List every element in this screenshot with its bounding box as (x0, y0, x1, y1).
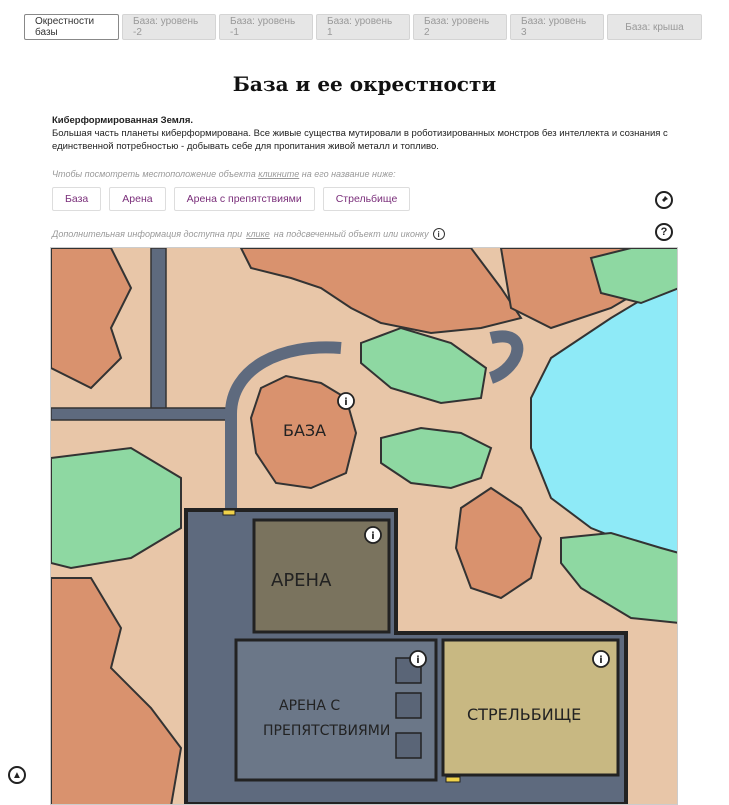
tab-level-3[interactable]: База: уровень 3 (510, 14, 604, 40)
location-button-arena[interactable]: Арена (109, 187, 166, 211)
tab-level-1[interactable]: База: уровень 1 (316, 14, 410, 40)
hint-text-after: на его название ниже: (299, 169, 396, 179)
info-icon[interactable]: i (599, 655, 602, 666)
map: БАЗА i АРЕНА i АРЕНА С ПРЕПЯТСТВИЯМИ i С… (50, 247, 678, 805)
page-title: База и ее окрестности (232, 72, 497, 96)
info-link: клике (246, 229, 270, 239)
location-button-range[interactable]: Стрельбище (322, 187, 411, 211)
info-icon[interactable]: i (371, 531, 374, 542)
description-heading: Киберформированная Земля. (52, 115, 194, 126)
info-hint: Дополнительная информация доступна при к… (52, 228, 445, 240)
map-label-base[interactable]: БАЗА (283, 421, 326, 440)
pin-icon[interactable] (655, 191, 673, 209)
tab-level-minus-1[interactable]: База: уровень -1 (219, 14, 313, 40)
description: Киберформированная Земля. Большая часть … (52, 114, 682, 153)
tab-surroundings[interactable]: Окрестности базы (24, 14, 119, 40)
location-button-obstacle-arena[interactable]: Арена с препятствиями (173, 187, 315, 211)
hint-text-before: Чтобы посмотреть местоположение объекта (52, 169, 259, 179)
hint-link: кликните (258, 169, 300, 179)
arrow-up-icon[interactable]: ▲ (8, 766, 26, 784)
map-label-arena[interactable]: АРЕНА (271, 570, 332, 591)
info-text-before: Дополнительная информация доступна при (52, 229, 243, 239)
info-icon[interactable]: i (416, 655, 419, 666)
tab-level-2[interactable]: База: уровень 2 (413, 14, 507, 40)
tab-level-minus-2[interactable]: База: уровень -2 (122, 14, 216, 40)
map-label-obstacle-arena-1[interactable]: АРЕНА С (279, 698, 340, 714)
location-hint: Чтобы посмотреть местоположение объекта … (52, 169, 396, 179)
tab-roof[interactable]: База: крыша (607, 14, 702, 40)
description-text: Большая часть планеты киберформирована. … (52, 128, 668, 152)
map-label-obstacle-arena-2[interactable]: ПРЕПЯТСТВИЯМИ (263, 723, 390, 739)
tab-bar: Окрестности базы База: уровень -2 База: … (24, 14, 702, 40)
info-icon: i (432, 228, 445, 240)
location-buttons: База Арена Арена с препятствиями Стрельб… (52, 187, 411, 211)
map-label-range[interactable]: СТРЕЛЬБИЩЕ (467, 705, 581, 724)
location-button-base[interactable]: База (52, 187, 102, 211)
question-icon[interactable]: ? (655, 223, 673, 241)
info-text-after: на подсвеченный объект или иконку (273, 229, 429, 239)
info-icon[interactable]: i (344, 397, 347, 408)
